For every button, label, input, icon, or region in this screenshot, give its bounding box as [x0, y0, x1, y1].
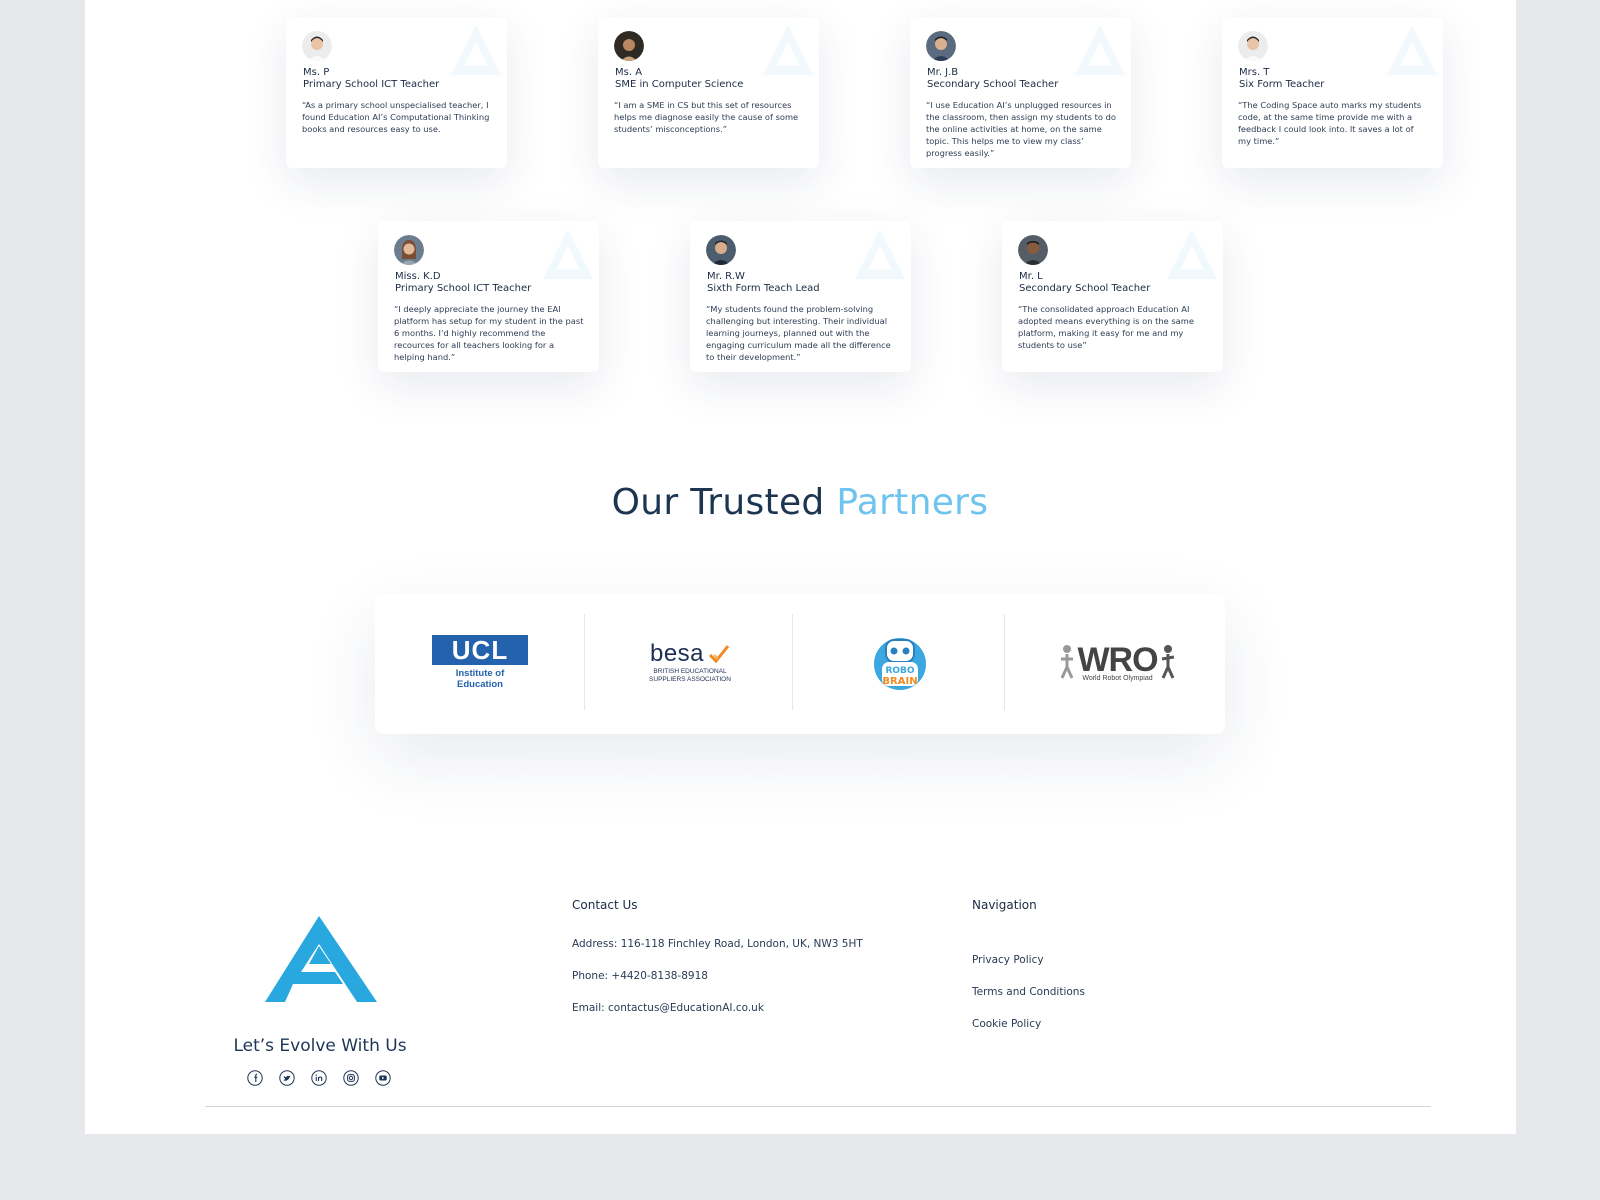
testimonial-quote: “As a primary school unspecialised teach… — [302, 100, 490, 134]
testimonial-role: Secondary School Teacher — [927, 79, 1059, 90]
checkmark-icon — [708, 645, 730, 664]
wro-figure-right-icon — [1161, 645, 1174, 679]
education-ai-logo-icon[interactable] — [265, 916, 377, 1002]
testimonial-quote: “My students found the problem-solving c… — [706, 304, 891, 362]
testimonial-card: Mrs. T Six Form Teacher “The Coding Spac… — [1222, 17, 1443, 168]
contact-phone[interactable]: Phone: +4420-8138-8918 — [572, 970, 708, 982]
testimonial-name: Miss. K.D — [395, 271, 441, 282]
partners-panel: UCL Institute of Education besa BRITISH … — [375, 594, 1225, 734]
brand-watermark-icon — [1166, 228, 1218, 280]
partner-divider — [584, 614, 585, 710]
brand-watermark-icon — [1386, 24, 1438, 76]
avatar — [394, 235, 424, 265]
testimonial-card: Mr. L Secondary School Teacher “The cons… — [1002, 221, 1223, 372]
facebook-icon[interactable] — [247, 1070, 263, 1086]
testimonial-quote: “The consolidated approach Education AI … — [1018, 304, 1194, 350]
brand-watermark-icon — [762, 24, 814, 76]
wro-logo-subtitle: World Robot Olympiad — [1082, 674, 1153, 682]
brand-watermark-icon — [450, 24, 502, 76]
partners-heading-main: Our Trusted — [611, 482, 825, 523]
robo-brain-logo[interactable]: ROBO BRAIN — [825, 610, 975, 714]
testimonial-quote: “I deeply appreciate the journey the EAI… — [394, 304, 584, 362]
youtube-icon[interactable] — [375, 1070, 391, 1086]
testimonial-card: Miss. K.D Primary School ICT Teacher “I … — [378, 221, 599, 372]
twitter-icon[interactable] — [279, 1070, 295, 1086]
contact-email[interactable]: Email: contactus@EducationAI.co.uk — [572, 1002, 764, 1014]
testimonial-role: SME in Computer Science — [615, 79, 744, 90]
linkedin-icon[interactable] — [311, 1070, 327, 1086]
brand-watermark-icon — [1074, 24, 1126, 76]
privacy-policy-link[interactable]: Privacy Policy — [972, 954, 1044, 966]
footer-divider — [205, 1106, 1431, 1107]
instagram-icon[interactable] — [343, 1070, 359, 1086]
avatar — [302, 31, 332, 61]
testimonial-card: Ms. P Primary School ICT Teacher “As a p… — [286, 17, 507, 168]
brand-watermark-icon — [542, 228, 594, 280]
avatar — [926, 31, 956, 61]
partner-divider — [1004, 614, 1005, 710]
partners-heading-accent: Partners — [836, 482, 989, 523]
cookie-policy-link[interactable]: Cookie Policy — [972, 1018, 1041, 1030]
besa-logo-mark: besa — [649, 640, 705, 667]
robo-brain-word-2: BRAIN — [882, 676, 917, 687]
testimonial-role: Primary School ICT Teacher — [303, 79, 440, 90]
testimonial-role: Secondary School Teacher — [1019, 283, 1151, 294]
avatar — [1238, 31, 1268, 61]
robo-brain-robot-icon: ROBO BRAIN — [874, 638, 926, 690]
partners-heading: Our Trusted Partners — [0, 482, 1600, 523]
robo-brain-word-1: ROBO — [885, 666, 914, 676]
wro-logo[interactable]: WRO World Robot Olympiad — [1025, 610, 1210, 714]
wro-logo-mark: WRO — [1077, 640, 1158, 679]
testimonial-quote: “I am a SME in CS but this set of resour… — [614, 100, 799, 134]
testimonial-card: Mr. R.W Sixth Form Teach Lead “My studen… — [690, 221, 911, 372]
testimonial-quote: “The Coding Space auto marks my students… — [1238, 100, 1422, 146]
avatar — [614, 31, 644, 61]
avatar — [706, 235, 736, 265]
testimonial-card: Ms. A SME in Computer Science “I am a SM… — [598, 17, 819, 168]
ucl-logo-subtitle: Institute of Education — [455, 667, 505, 690]
besa-logo-subtitle-2: SUPPLIERS ASSOCIATION — [649, 676, 731, 683]
terms-and-conditions-link[interactable]: Terms and Conditions — [972, 986, 1085, 998]
navigation-heading: Navigation — [972, 898, 1037, 912]
testimonial-card: Mr. J.B Secondary School Teacher “I use … — [910, 17, 1131, 168]
testimonial-quote: “I use Education AI’s unplugged resource… — [926, 100, 1116, 158]
wro-figure-left-icon — [1061, 645, 1074, 679]
contact-address: Address: 116-118 Finchley Road, London, … — [572, 938, 863, 950]
contact-us-heading: Contact Us — [572, 898, 638, 912]
avatar — [1018, 235, 1048, 265]
ucl-logo[interactable]: UCL Institute of Education — [405, 610, 555, 714]
partner-divider — [792, 614, 793, 710]
testimonial-name: Mr. R.W — [707, 271, 745, 282]
besa-logo-subtitle-1: BRITISH EDUCATIONAL — [653, 668, 727, 675]
testimonial-role: Six Form Teacher — [1239, 79, 1325, 90]
testimonial-name: Mr. L — [1019, 271, 1043, 282]
testimonial-name: Ms. A — [615, 67, 643, 78]
testimonial-name: Mrs. T — [1239, 67, 1270, 78]
testimonial-role: Primary School ICT Teacher — [395, 283, 532, 294]
ucl-logo-mark: UCL — [432, 634, 528, 665]
testimonial-role: Sixth Form Teach Lead — [707, 283, 820, 294]
besa-logo[interactable]: besa BRITISH EDUCATIONAL SUPPLIERS ASSOC… — [615, 610, 765, 714]
footer-tagline: Let’s Evolve With Us — [233, 1036, 407, 1056]
brand-watermark-icon — [854, 228, 906, 280]
testimonial-name: Ms. P — [303, 67, 330, 78]
testimonial-name: Mr. J.B — [927, 67, 959, 78]
